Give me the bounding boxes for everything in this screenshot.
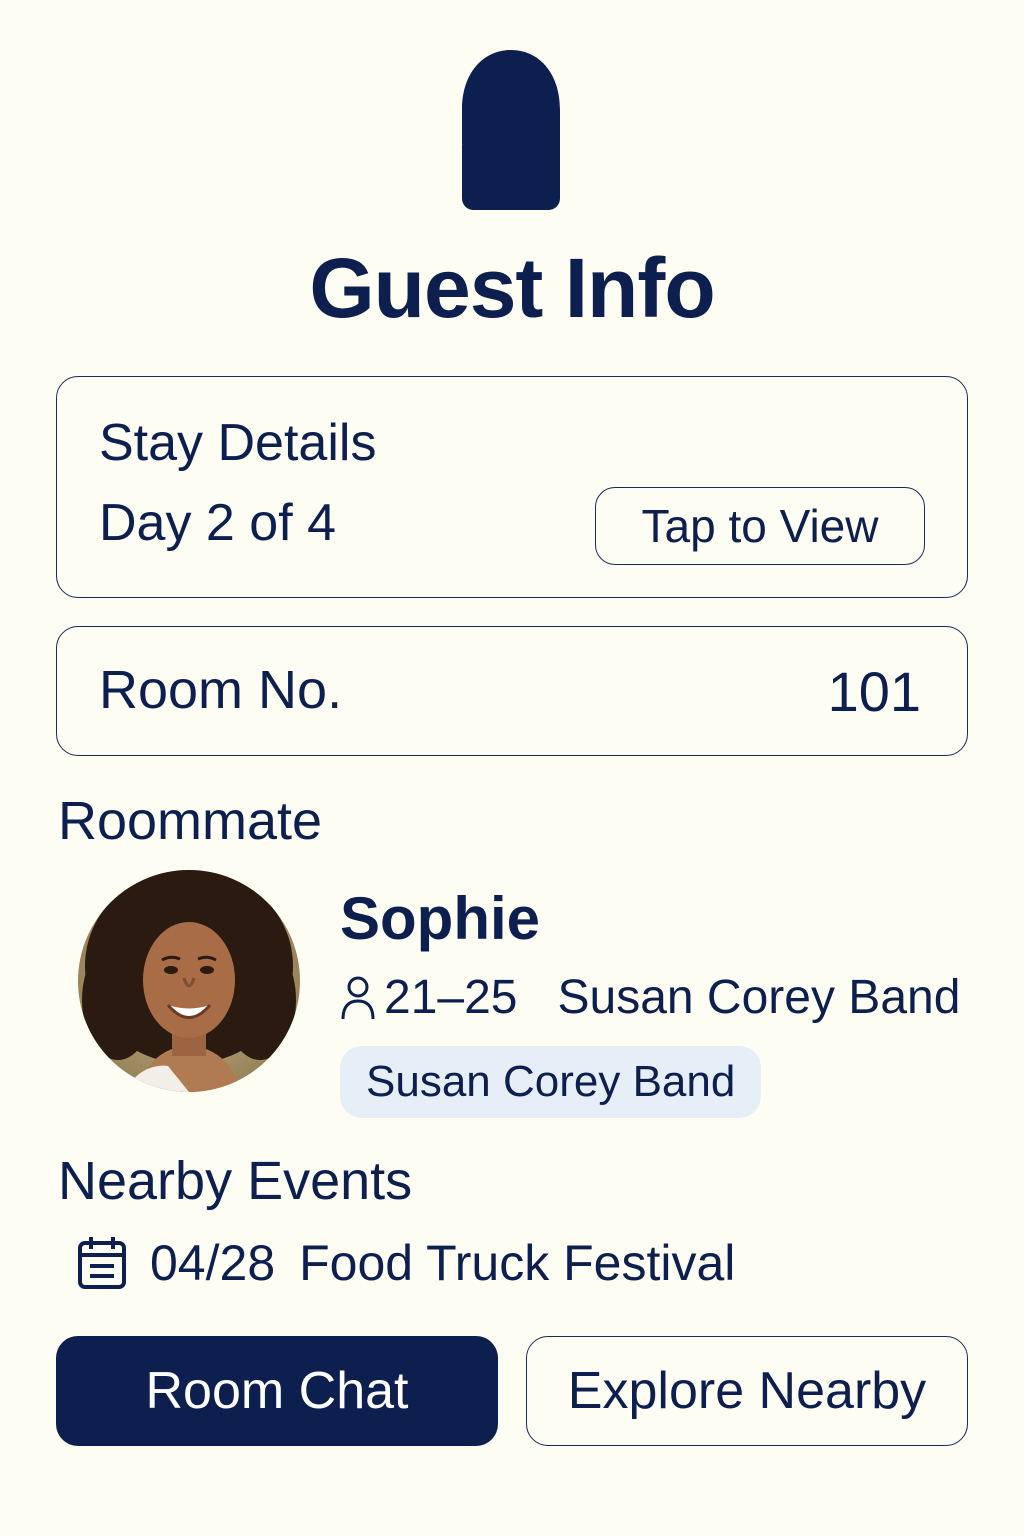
roommate-name: Sophie bbox=[340, 885, 541, 952]
stay-day-progress: Day 2 of 4 bbox=[99, 494, 337, 552]
event-name: Food Truck Festival bbox=[299, 1235, 736, 1291]
room-chat-button[interactable]: Room Chat bbox=[56, 1336, 498, 1446]
tap-to-view-button[interactable]: Tap to View bbox=[595, 487, 925, 565]
door-hanger-icon bbox=[462, 50, 560, 210]
event-list-item[interactable]: 04/28 Food Truck Festival bbox=[76, 1234, 735, 1292]
calendar-icon bbox=[78, 1237, 126, 1289]
room-number-card: Room No. 101 bbox=[56, 626, 968, 756]
roommate-age-range: 21–25 bbox=[384, 971, 518, 1024]
room-number-label: Room No. bbox=[99, 660, 343, 720]
roommate-section-title: Roommate bbox=[58, 791, 323, 851]
roommate-avatar[interactable] bbox=[78, 870, 300, 1092]
roommate-meta: 21–25 Susan Corey Band bbox=[340, 970, 960, 1025]
stay-details-card: Stay Details Day 2 of 4 Tap to View bbox=[56, 376, 968, 598]
roommate-band-tag[interactable]: Susan Corey Band bbox=[340, 1046, 762, 1118]
page-title: Guest Info bbox=[309, 241, 715, 335]
event-date: 04/28 bbox=[150, 1235, 276, 1291]
avatar-portrait bbox=[78, 870, 300, 1092]
nearby-events-title: Nearby Events bbox=[58, 1151, 413, 1211]
explore-nearby-button[interactable]: Explore Nearby bbox=[526, 1336, 968, 1446]
roommate-band: Susan Corey Band bbox=[557, 971, 961, 1024]
person-icon bbox=[341, 976, 375, 1019]
stay-details-title: Stay Details bbox=[99, 414, 377, 472]
room-number-value: 101 bbox=[827, 660, 921, 723]
